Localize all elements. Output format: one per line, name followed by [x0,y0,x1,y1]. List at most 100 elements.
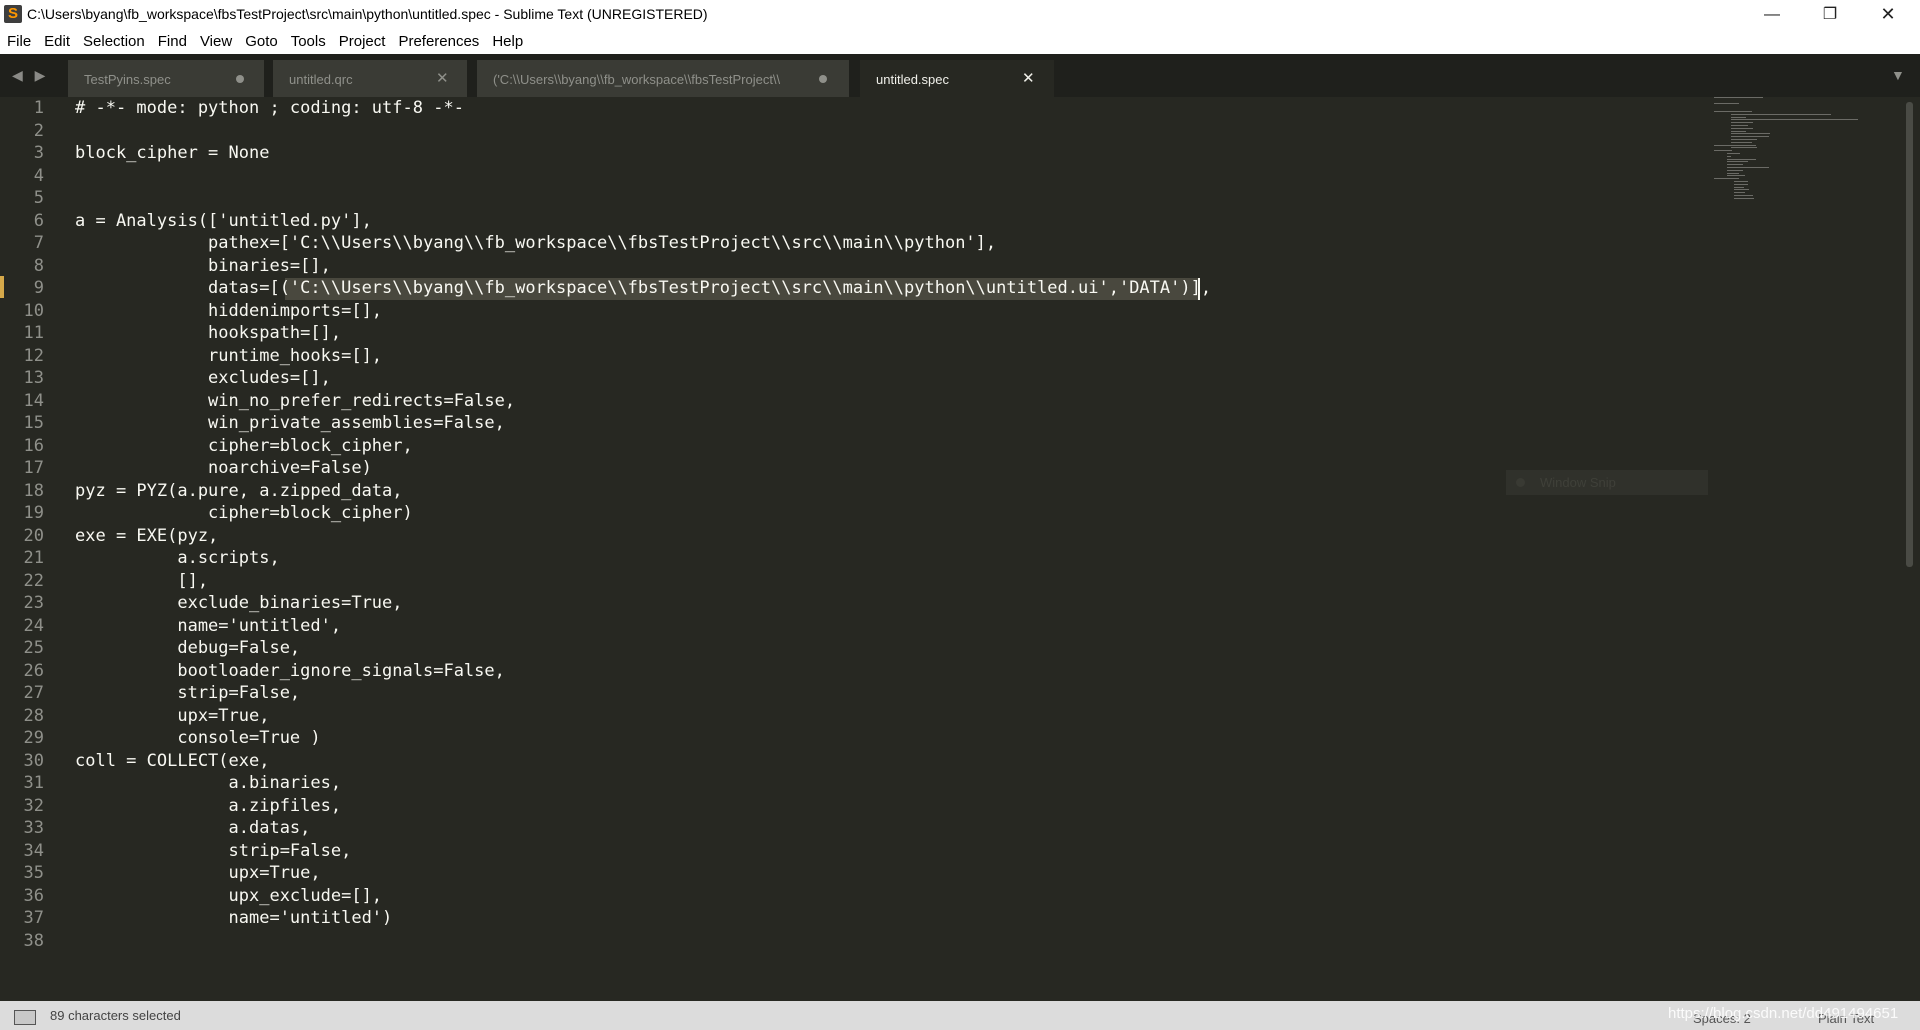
code-line[interactable]: hiddenimports=[], [75,300,382,323]
line-number: 37 [23,908,44,928]
minimap-line [1733,197,1755,199]
modified-dot-icon[interactable] [819,75,827,83]
menu-file[interactable]: File [0,29,37,54]
line-number: 30 [23,750,44,771]
code-line[interactable]: noarchive=False) [75,457,372,480]
line-number: 25 [23,638,44,658]
menu-find[interactable]: Find [151,29,193,54]
code-line[interactable]: datas=[('C:\\Users\\byang\\fb_workspace\… [75,277,1211,300]
line-number: 20 [23,525,44,546]
menu-goto[interactable]: Goto [238,29,284,54]
code-line[interactable]: a.binaries, [75,772,342,795]
code-line[interactable]: # -*- mode: python ; coding: utf-8 -*- [75,97,464,120]
menu-tools[interactable]: Tools [284,29,332,54]
code-line[interactable]: debug=False, [75,637,300,660]
minimap-line [1730,116,1747,118]
code-line[interactable]: upx_exclude=[], [75,885,383,908]
code-line[interactable]: name='untitled') [75,907,393,930]
tab-close-icon[interactable]: ✕ [436,69,449,87]
code-line[interactable]: a.datas, [75,817,311,840]
menu-edit[interactable]: Edit [37,29,76,54]
menu-view[interactable]: View [193,29,238,54]
panel-toggle-icon[interactable] [14,1010,36,1025]
minimap-line [1730,130,1747,132]
code-line[interactable]: pyz = PYZ(a.pure, a.zipped_data, [75,480,403,503]
line-number: 4 [33,165,44,186]
line-number: 6 [33,210,44,231]
menu-selection[interactable]: Selection [76,29,151,54]
line-number: 10 [23,300,44,321]
editor-area[interactable]: 1 2 3 4 5 6 7 8 9 10 11 12 13 14 15 16 17 18 19 20 21 22 23 24 2… [0,97,1920,1001]
tab-untitled-qrc[interactable]: untitled.qrc ✕ [273,60,467,97]
line-number: 28 [23,705,44,726]
code-line[interactable]: block_cipher = None [75,142,269,165]
code-line[interactable]: exe = EXE(pyz, [75,525,218,548]
line-number: 38 [23,930,44,951]
modified-dot-icon[interactable] [236,75,244,83]
line-number: 22 [23,570,44,591]
minimap[interactable] [1714,97,1859,207]
code-line[interactable]: console=True ) [75,727,320,750]
tab-datas-tuple[interactable]: ('C:\\Users\\byang\\fb_workspace\\fbsTes… [477,60,849,97]
code-line[interactable]: hookspath=[], [75,322,341,345]
minimap-line [1727,161,1748,163]
window-snip-overlay: Window Snip [1506,470,1708,495]
line-number: 8 [33,255,44,276]
code-line[interactable]: pathex=['C:\\Users\\byang\\fb_workspace\… [75,232,996,255]
tab-close-icon[interactable]: ✕ [1022,69,1035,87]
line-number: 3 [33,143,44,163]
minimap-line [1733,181,1748,182]
minimap-line [1727,158,1756,160]
minimap-line [1714,111,1752,112]
menu-project[interactable]: Project [332,29,392,54]
line-number-gutter[interactable]: 1 2 3 4 5 6 7 8 9 10 11 12 13 14 15 16 17 18 19 20 21 22 23 24 2… [0,97,62,1001]
vertical-scrollbar[interactable] [1906,102,1913,567]
tab-untitled-spec[interactable]: untitled.spec ✕ [860,60,1054,97]
code-line[interactable]: upx=True, [75,705,269,728]
line-number: 16 [23,435,44,456]
code-line[interactable]: excludes=[], [75,367,331,390]
code-line[interactable]: cipher=block_cipher, [75,435,413,458]
menu-preferences[interactable]: Preferences [391,29,485,54]
code-line[interactable]: strip=False, [75,840,352,863]
line-number: 1 [33,98,44,118]
code-line[interactable]: a.zipfiles, [75,795,342,818]
tab-testpyins-spec[interactable]: TestPyins.spec [68,60,264,97]
watermark: https://blog.csdn.net/dd491494651 [1668,1005,1899,1022]
minimap-line [1733,186,1744,188]
tab-label: ('C:\\Users\\byang\\fb_workspace\\fbsTes… [493,72,781,87]
tab-label: untitled.qrc [289,72,353,87]
code-line[interactable]: bootloader_ignore_signals=False, [75,660,505,683]
close-window-button[interactable]: ✕ [1859,0,1917,29]
window-snip-label: Window Snip [1540,475,1616,490]
minimap-line [1714,150,1733,152]
code-line[interactable]: binaries=[], [75,255,331,278]
line-number: 29 [23,728,44,748]
code-line[interactable]: name='untitled', [75,615,341,638]
code-line[interactable]: a.scripts, [75,547,279,570]
code-line[interactable]: runtime_hooks=[], [75,345,382,368]
code-line[interactable]: a = Analysis(['untitled.py'], [75,210,372,233]
code-line[interactable]: cipher=block_cipher) [75,502,413,525]
code-line[interactable]: exclude_binaries=True, [75,592,402,615]
maximize-button[interactable]: ❐ [1801,0,1859,29]
minimap-line [1730,113,1831,115]
minimap-line [1733,192,1746,194]
minimize-button[interactable]: — [1743,0,1801,29]
line-number: 35 [23,863,44,883]
tab-bar: ◀ ▶ TestPyins.spec untitled.qrc ✕ ('C:\\… [0,54,1920,97]
tab-list-dropdown-icon[interactable]: ▼ [1891,67,1905,83]
tab-nav-arrows-icon[interactable]: ◀ ▶ [12,67,49,84]
menu-help[interactable]: Help [485,29,529,54]
sublime-logo-icon [4,5,22,23]
line-number: 34 [23,840,44,861]
code-line[interactable]: win_no_prefer_redirects=False, [75,390,515,413]
code-line[interactable]: win_private_assemblies=False, [75,412,505,435]
line-number: 33 [23,818,44,838]
code-line[interactable]: strip=False, [75,682,300,705]
minimap-line [1730,133,1770,135]
code-line[interactable]: [], [75,570,208,593]
code-line[interactable]: coll = COLLECT(exe, [75,750,269,773]
code-line[interactable]: upx=True, [75,862,321,885]
line-number: 18 [23,480,44,501]
